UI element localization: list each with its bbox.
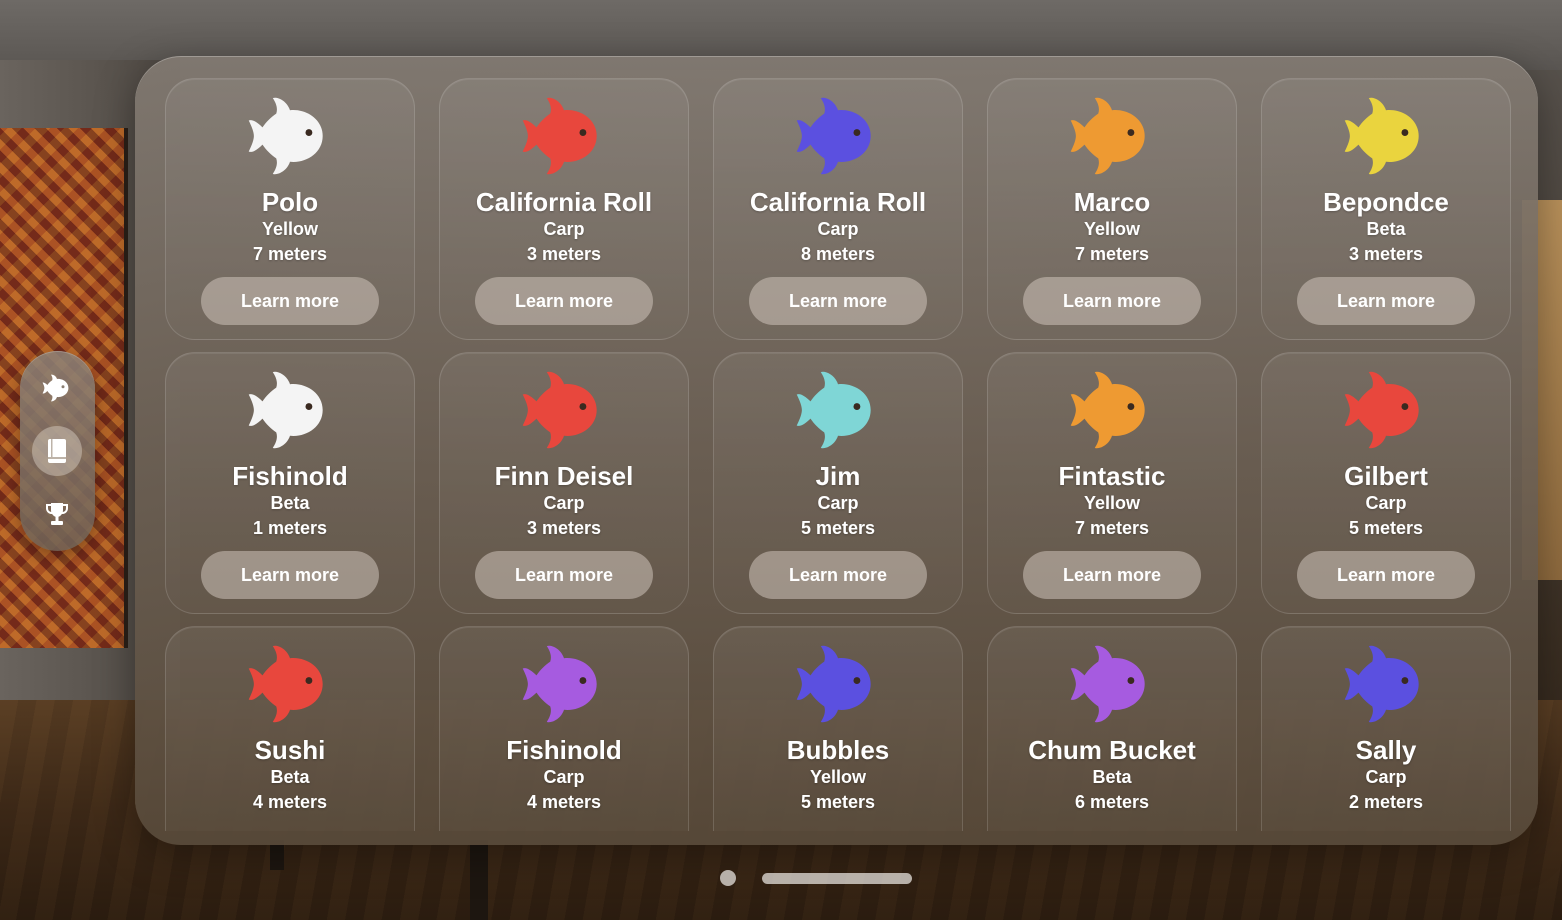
page-indicator-dot[interactable]: [720, 870, 736, 886]
fish-card: Bubbles Yellow 5 meters: [713, 626, 963, 831]
fish-icon: [522, 97, 597, 175]
fish-card: Fishinold Beta 1 meters Learn more: [165, 352, 415, 614]
fish-name: Polo: [261, 187, 319, 217]
fish-species: Carp: [817, 493, 859, 513]
fish-icon: [522, 645, 597, 723]
fish-card: Jim Carp 5 meters Learn more: [713, 352, 963, 614]
fish-card: Marco Yellow 7 meters Learn more: [987, 78, 1237, 340]
fish-grid: Polo Yellow 7 meters Learn more California R…: [165, 78, 1511, 831]
fish-species: Yellow: [1083, 219, 1141, 239]
learn-more-button[interactable]: Learn more: [201, 277, 379, 325]
fish-species: Carp: [543, 493, 585, 513]
fish-species: Yellow: [809, 767, 867, 787]
trophy-icon: [46, 503, 68, 525]
fish-icon: [796, 97, 871, 175]
fish-card: Bepondce Beta 3 meters Learn more: [1261, 78, 1511, 340]
book-icon: [48, 439, 66, 463]
fish-species: Carp: [1365, 767, 1407, 787]
fish-species: Yellow: [1083, 493, 1141, 513]
fish-size: 7 meters: [252, 244, 328, 264]
fish-card: Fishinold Carp 4 meters: [439, 626, 689, 831]
learn-more-button[interactable]: Learn more: [475, 551, 653, 599]
fish-size: 7 meters: [1074, 518, 1150, 538]
fish-name: Gilbert: [1344, 461, 1428, 491]
fish-icon: [1344, 371, 1419, 449]
fish-species: Carp: [817, 219, 859, 239]
fish-card: Chum Bucket Beta 6 meters: [987, 626, 1237, 831]
fish-size: 4 meters: [252, 792, 328, 812]
fish-card: Sally Carp 2 meters: [1261, 626, 1511, 831]
fish-name: Jim: [815, 461, 861, 491]
fish-icon: [1344, 645, 1419, 723]
fish-icon: [42, 374, 69, 402]
fish-size: 3 meters: [1348, 244, 1424, 264]
fish-name: Fintastic: [1058, 461, 1166, 491]
fish-size: 2 meters: [1348, 792, 1424, 812]
fish-name: Sushi: [254, 735, 326, 765]
tab-achievements[interactable]: [32, 489, 82, 539]
learn-more-button[interactable]: Learn more: [1023, 277, 1201, 325]
learn-more-button[interactable]: Learn more: [749, 277, 927, 325]
fish-size: 6 meters: [1074, 792, 1150, 812]
fish-size: 1 meters: [252, 518, 328, 538]
fish-size: 7 meters: [1074, 244, 1150, 264]
fish-card: California Roll Carp 3 meters Learn more: [439, 78, 689, 340]
fish-species: Beta: [270, 493, 310, 513]
fish-name: Fishinold: [232, 461, 348, 491]
learn-more-button[interactable]: Learn more: [475, 277, 653, 325]
fish-size: 3 meters: [526, 518, 602, 538]
fish-icon: [522, 371, 597, 449]
fish-card: Gilbert Carp 5 meters Learn more: [1261, 352, 1511, 614]
fish-name: Bepondce: [1323, 187, 1449, 217]
fish-name: Marco: [1073, 187, 1151, 217]
learn-more-button[interactable]: Learn more: [1023, 551, 1201, 599]
fish-name: California Roll: [749, 187, 927, 217]
fish-size: 4 meters: [526, 792, 602, 812]
fish-card: California Roll Carp 8 meters Learn more: [713, 78, 963, 340]
window-grabber[interactable]: [762, 873, 912, 884]
fish-species: Carp: [543, 219, 585, 239]
fish-name: Bubbles: [786, 735, 890, 765]
learn-more-button[interactable]: Learn more: [201, 551, 379, 599]
tab-fish[interactable]: [32, 363, 82, 413]
fish-icon: [796, 645, 871, 723]
fish-card: Finn Deisel Carp 3 meters Learn more: [439, 352, 689, 614]
fish-icon: [1070, 371, 1145, 449]
fish-icon: [796, 371, 871, 449]
fish-size: 5 meters: [800, 518, 876, 538]
fish-name: Sally: [1355, 735, 1417, 765]
fish-size: 3 meters: [526, 244, 602, 264]
fish-card: Sushi Beta 4 meters: [165, 626, 415, 831]
fish-name: Fishinold: [506, 735, 622, 765]
window-stand: [470, 840, 488, 920]
tab-library[interactable]: [32, 426, 82, 476]
fish-icon: [248, 97, 323, 175]
fish-card: Polo Yellow 7 meters Learn more: [165, 78, 415, 340]
fish-size: 5 meters: [800, 792, 876, 812]
fish-name: Chum Bucket: [1028, 735, 1196, 765]
learn-more-button[interactable]: Learn more: [1297, 277, 1475, 325]
fish-name: Finn Deisel: [494, 461, 634, 491]
fish-species: Beta: [1366, 219, 1406, 239]
fish-size: 5 meters: [1348, 518, 1424, 538]
fish-species: Beta: [1092, 767, 1132, 787]
fish-icon: [248, 645, 323, 723]
fish-size: 8 meters: [800, 244, 876, 264]
fish-species: Yellow: [261, 219, 319, 239]
fish-name: California Roll: [475, 187, 653, 217]
fish-icon: [1344, 97, 1419, 175]
tab-bar-ornament: [20, 351, 95, 551]
fish-species: Carp: [1365, 493, 1407, 513]
fish-icon: [1070, 97, 1145, 175]
fish-card: Fintastic Yellow 7 meters Learn more: [987, 352, 1237, 614]
fish-icon: [248, 371, 323, 449]
fish-species: Beta: [270, 767, 310, 787]
fish-icon: [1070, 645, 1145, 723]
learn-more-button[interactable]: Learn more: [1297, 551, 1475, 599]
fish-gallery-window: Polo Yellow 7 meters Learn more California R…: [135, 56, 1538, 845]
fish-species: Carp: [543, 767, 585, 787]
learn-more-button[interactable]: Learn more: [749, 551, 927, 599]
